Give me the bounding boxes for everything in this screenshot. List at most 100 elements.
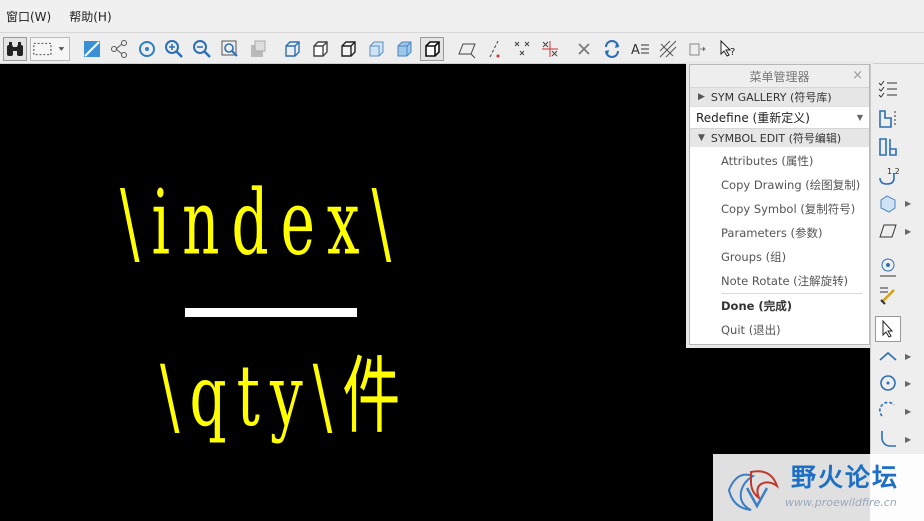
triangle-down-icon: ▼: [698, 133, 705, 143]
expand-arrow-icon[interactable]: ▶: [905, 435, 911, 444]
show-annotations-button[interactable]: 1.2: [875, 162, 901, 188]
datum-target-button[interactable]: [875, 254, 901, 280]
symbol-edit-list: Attributes (属性) Copy Drawing (绘图复制) Copy…: [690, 147, 869, 342]
arc-tool-button[interactable]: [875, 398, 901, 424]
hatch-icon: [659, 40, 677, 58]
menu-item-attributes[interactable]: Attributes (属性): [690, 149, 869, 173]
menu-item-groups[interactable]: Groups (组): [690, 245, 869, 269]
shaded-solid-cube-icon: [397, 41, 412, 57]
expand-arrow-icon[interactable]: ▶: [905, 352, 911, 361]
zoom-window-button[interactable]: [218, 37, 242, 61]
main-toolbar: A ?: [0, 32, 924, 64]
wireframe-button[interactable]: [280, 37, 304, 61]
svg-text:1.2: 1.2: [887, 167, 899, 176]
hatch-button[interactable]: [656, 37, 680, 61]
forum-watermark: 野火论坛 www.proewildfire.cn: [713, 454, 924, 521]
expand-arrow-icon[interactable]: ▶: [905, 199, 911, 208]
wildfire-logo-icon: [727, 470, 779, 511]
symbol-edit-label: SYMBOL EDIT (符号编辑): [710, 132, 842, 145]
regenerate-button[interactable]: [600, 37, 624, 61]
menu-item-copy-drawing[interactable]: Copy Drawing (绘图复制): [690, 173, 869, 197]
move-button[interactable]: [685, 37, 709, 61]
enhanced-realism-button[interactable]: [420, 37, 444, 61]
help-pointer-icon: ?: [720, 39, 735, 58]
no-hidden-cube-icon: [341, 41, 356, 57]
find-binoculars-button[interactable]: [3, 37, 27, 61]
redefine-label: Redefine (重新定义): [696, 111, 810, 125]
menu-help[interactable]: 帮助(H): [69, 8, 111, 25]
dimension-button[interactable]: [875, 106, 901, 132]
ordinate-dimension-button[interactable]: [875, 134, 901, 160]
datum-axes-button[interactable]: [482, 37, 506, 61]
orient-mode-button[interactable]: [135, 37, 159, 61]
parallelogram-icon: [879, 224, 897, 238]
no-hidden-button[interactable]: [336, 37, 360, 61]
symbol-text-qty[interactable]: \qty\件: [160, 328, 410, 450]
hidden-line-button[interactable]: [308, 37, 332, 61]
context-help-button[interactable]: ?: [716, 37, 740, 61]
close-icon[interactable]: ×: [852, 68, 863, 83]
datum-points-button[interactable]: [510, 37, 534, 61]
symbol-edit-section[interactable]: ▼ SYMBOL EDIT (符号编辑): [690, 128, 869, 147]
datum-target-icon: [880, 258, 896, 277]
menu-item-copy-symbol[interactable]: Copy Symbol (复制符号): [690, 197, 869, 221]
datum-axis-icon: [489, 40, 500, 58]
dimension-icon: [879, 110, 896, 128]
checklist-icon: [878, 80, 897, 98]
redefine-dropdown[interactable]: Redefine (重新定义) ▼: [690, 106, 869, 128]
text-style-button[interactable]: A: [628, 37, 652, 61]
menu-item-done[interactable]: Done (完成): [690, 294, 869, 318]
surface-finish-button[interactable]: [875, 190, 901, 216]
checklist-button[interactable]: [875, 76, 901, 102]
show-annotations-icon: 1.2: [879, 167, 899, 185]
orient-icon: [139, 41, 155, 57]
arc-icon: [879, 401, 895, 417]
zoom-window-icon: [221, 40, 238, 57]
fillet-icon: [881, 431, 896, 447]
datum-plane-icon: [458, 43, 476, 59]
realism-cube-icon: [425, 41, 440, 57]
expand-arrow-icon[interactable]: ▶: [905, 379, 911, 388]
spin-center-button[interactable]: [107, 37, 131, 61]
select-box-dropdown[interactable]: [30, 37, 70, 61]
svg-text:?: ?: [730, 47, 735, 58]
symbol-divider-line[interactable]: [185, 308, 357, 317]
fillet-tool-button[interactable]: [875, 426, 901, 452]
expand-arrow-icon[interactable]: ▶: [905, 407, 911, 416]
shading-button[interactable]: [392, 37, 416, 61]
move-icon: [689, 43, 706, 56]
datum-planes-button[interactable]: [455, 37, 479, 61]
repaint-icon: [251, 40, 266, 57]
zoom-out-icon: [193, 40, 211, 58]
wireframe-cube-icon: [285, 41, 300, 57]
menu-manager-header: 菜单管理器 ×: [690, 65, 869, 87]
shading-edges-button[interactable]: [364, 37, 388, 61]
select-pointer-button[interactable]: [875, 316, 901, 342]
zoom-out-button[interactable]: [190, 37, 214, 61]
datum-plane-tool-button[interactable]: [875, 218, 901, 244]
expand-arrow-icon[interactable]: ▶: [905, 227, 911, 236]
repaint-button[interactable]: [246, 37, 270, 61]
geometric-tolerance-button[interactable]: [875, 282, 901, 308]
annotation-display-button[interactable]: [572, 37, 596, 61]
chevron-down-icon: ▼: [856, 113, 863, 122]
menu-item-quit[interactable]: Quit (退出): [690, 318, 869, 342]
circle-icon: [880, 375, 896, 391]
circle-tool-button[interactable]: [875, 370, 901, 396]
menu-manager-panel: 菜单管理器 × ▶ SYM GALLERY (符号库) Redefine (重新…: [689, 64, 870, 345]
binoculars-icon: [7, 42, 23, 56]
menu-item-note-rotate[interactable]: Note Rotate (注解旋转): [690, 269, 869, 293]
refit-view-button[interactable]: [80, 37, 104, 61]
regenerate-icon: [605, 40, 619, 58]
sym-gallery-label: SYM GALLERY (符号库): [710, 91, 832, 104]
zoom-in-button[interactable]: [162, 37, 186, 61]
sym-gallery-section[interactable]: ▶ SYM GALLERY (符号库): [690, 87, 869, 106]
menu-manager-title: 菜单管理器: [749, 69, 810, 84]
line-icon: [879, 351, 897, 361]
menu-window[interactable]: 窗口(W): [6, 8, 51, 25]
symbol-text-index[interactable]: \index\: [120, 170, 403, 275]
coordinate-systems-button[interactable]: [538, 37, 562, 61]
line-tool-button[interactable]: [875, 344, 901, 370]
menu-item-parameters[interactable]: Parameters (参数): [690, 221, 869, 245]
svg-text:A: A: [631, 43, 640, 58]
